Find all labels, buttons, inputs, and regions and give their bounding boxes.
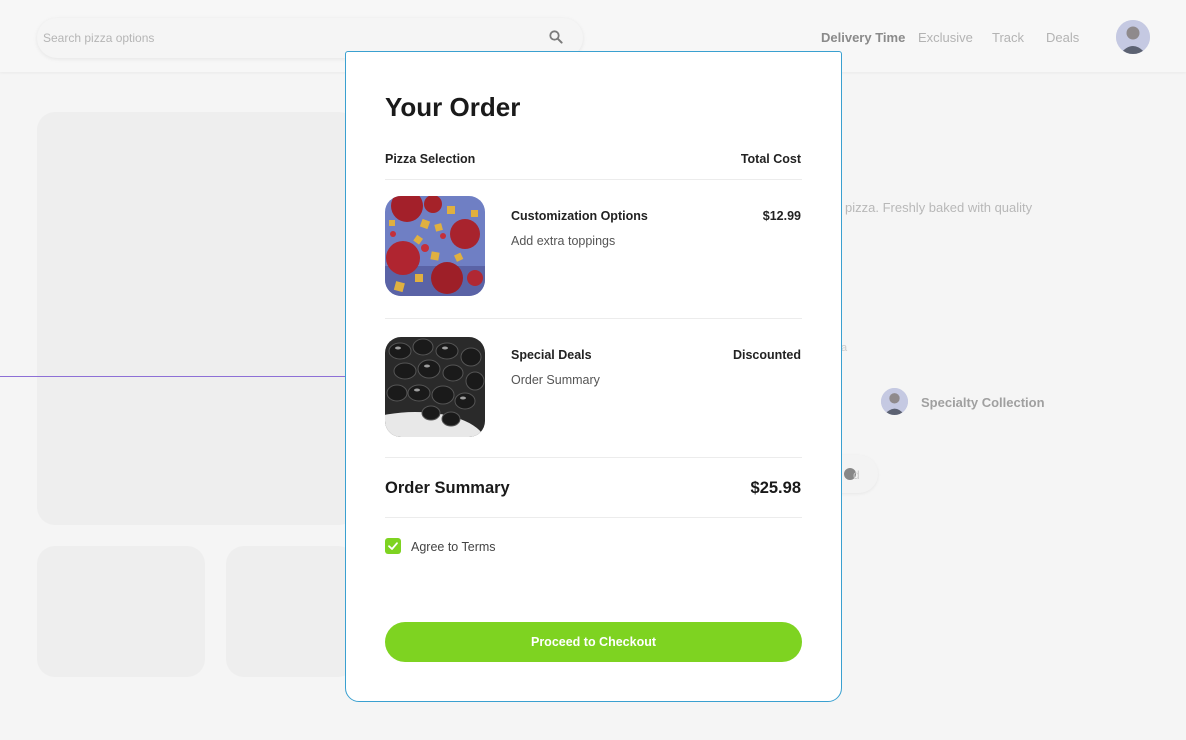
guide-line	[0, 376, 346, 377]
nav-track[interactable]: Track	[992, 30, 1024, 45]
divider	[385, 517, 802, 518]
column-header-cost: Total Cost	[740, 152, 801, 166]
order-modal: Your Order Pizza Selection Total Cost Cu…	[345, 51, 842, 702]
pepperoni-cheese-image	[385, 196, 485, 296]
order-summary-label: Order Summary	[385, 479, 510, 497]
thumbnail-placeholder	[226, 546, 356, 677]
black-olives-image	[385, 337, 485, 437]
author-avatar	[881, 388, 908, 415]
terms-label[interactable]: Agree to Terms	[411, 540, 496, 554]
item-name: Special Deals	[511, 348, 592, 362]
divider	[385, 318, 802, 319]
product-description: pizza. Freshly baked with quality	[845, 200, 1033, 215]
nav-deals[interactable]: Deals	[1046, 30, 1079, 45]
item-description: Order Summary	[511, 373, 600, 387]
hero-image-placeholder	[37, 112, 357, 525]
user-avatar[interactable]	[1116, 20, 1150, 54]
item-price: $12.99	[762, 209, 801, 223]
order-total: $25.98	[750, 479, 801, 497]
item-name: Customization Options	[511, 209, 648, 223]
item-description: Add extra toppings	[511, 234, 616, 248]
terms-checkbox[interactable]	[385, 538, 401, 554]
column-header-selection: Pizza Selection	[385, 152, 476, 166]
chip-text: d	[853, 468, 860, 482]
item-price: Discounted	[732, 348, 801, 362]
nav-exclusive[interactable]: Exclusive	[918, 30, 973, 45]
proceed-to-checkout-button[interactable]: Proceed to Checkout	[385, 622, 802, 662]
thumbnail-placeholder	[37, 546, 205, 677]
author-name[interactable]: Specialty Collection	[921, 395, 1045, 410]
search-icon[interactable]	[549, 30, 563, 44]
nav-delivery-time[interactable]: Delivery Time	[821, 30, 905, 45]
divider	[385, 179, 802, 180]
checkmark-icon	[388, 542, 398, 550]
divider	[385, 457, 802, 458]
modal-title: Your Order	[385, 92, 521, 122]
